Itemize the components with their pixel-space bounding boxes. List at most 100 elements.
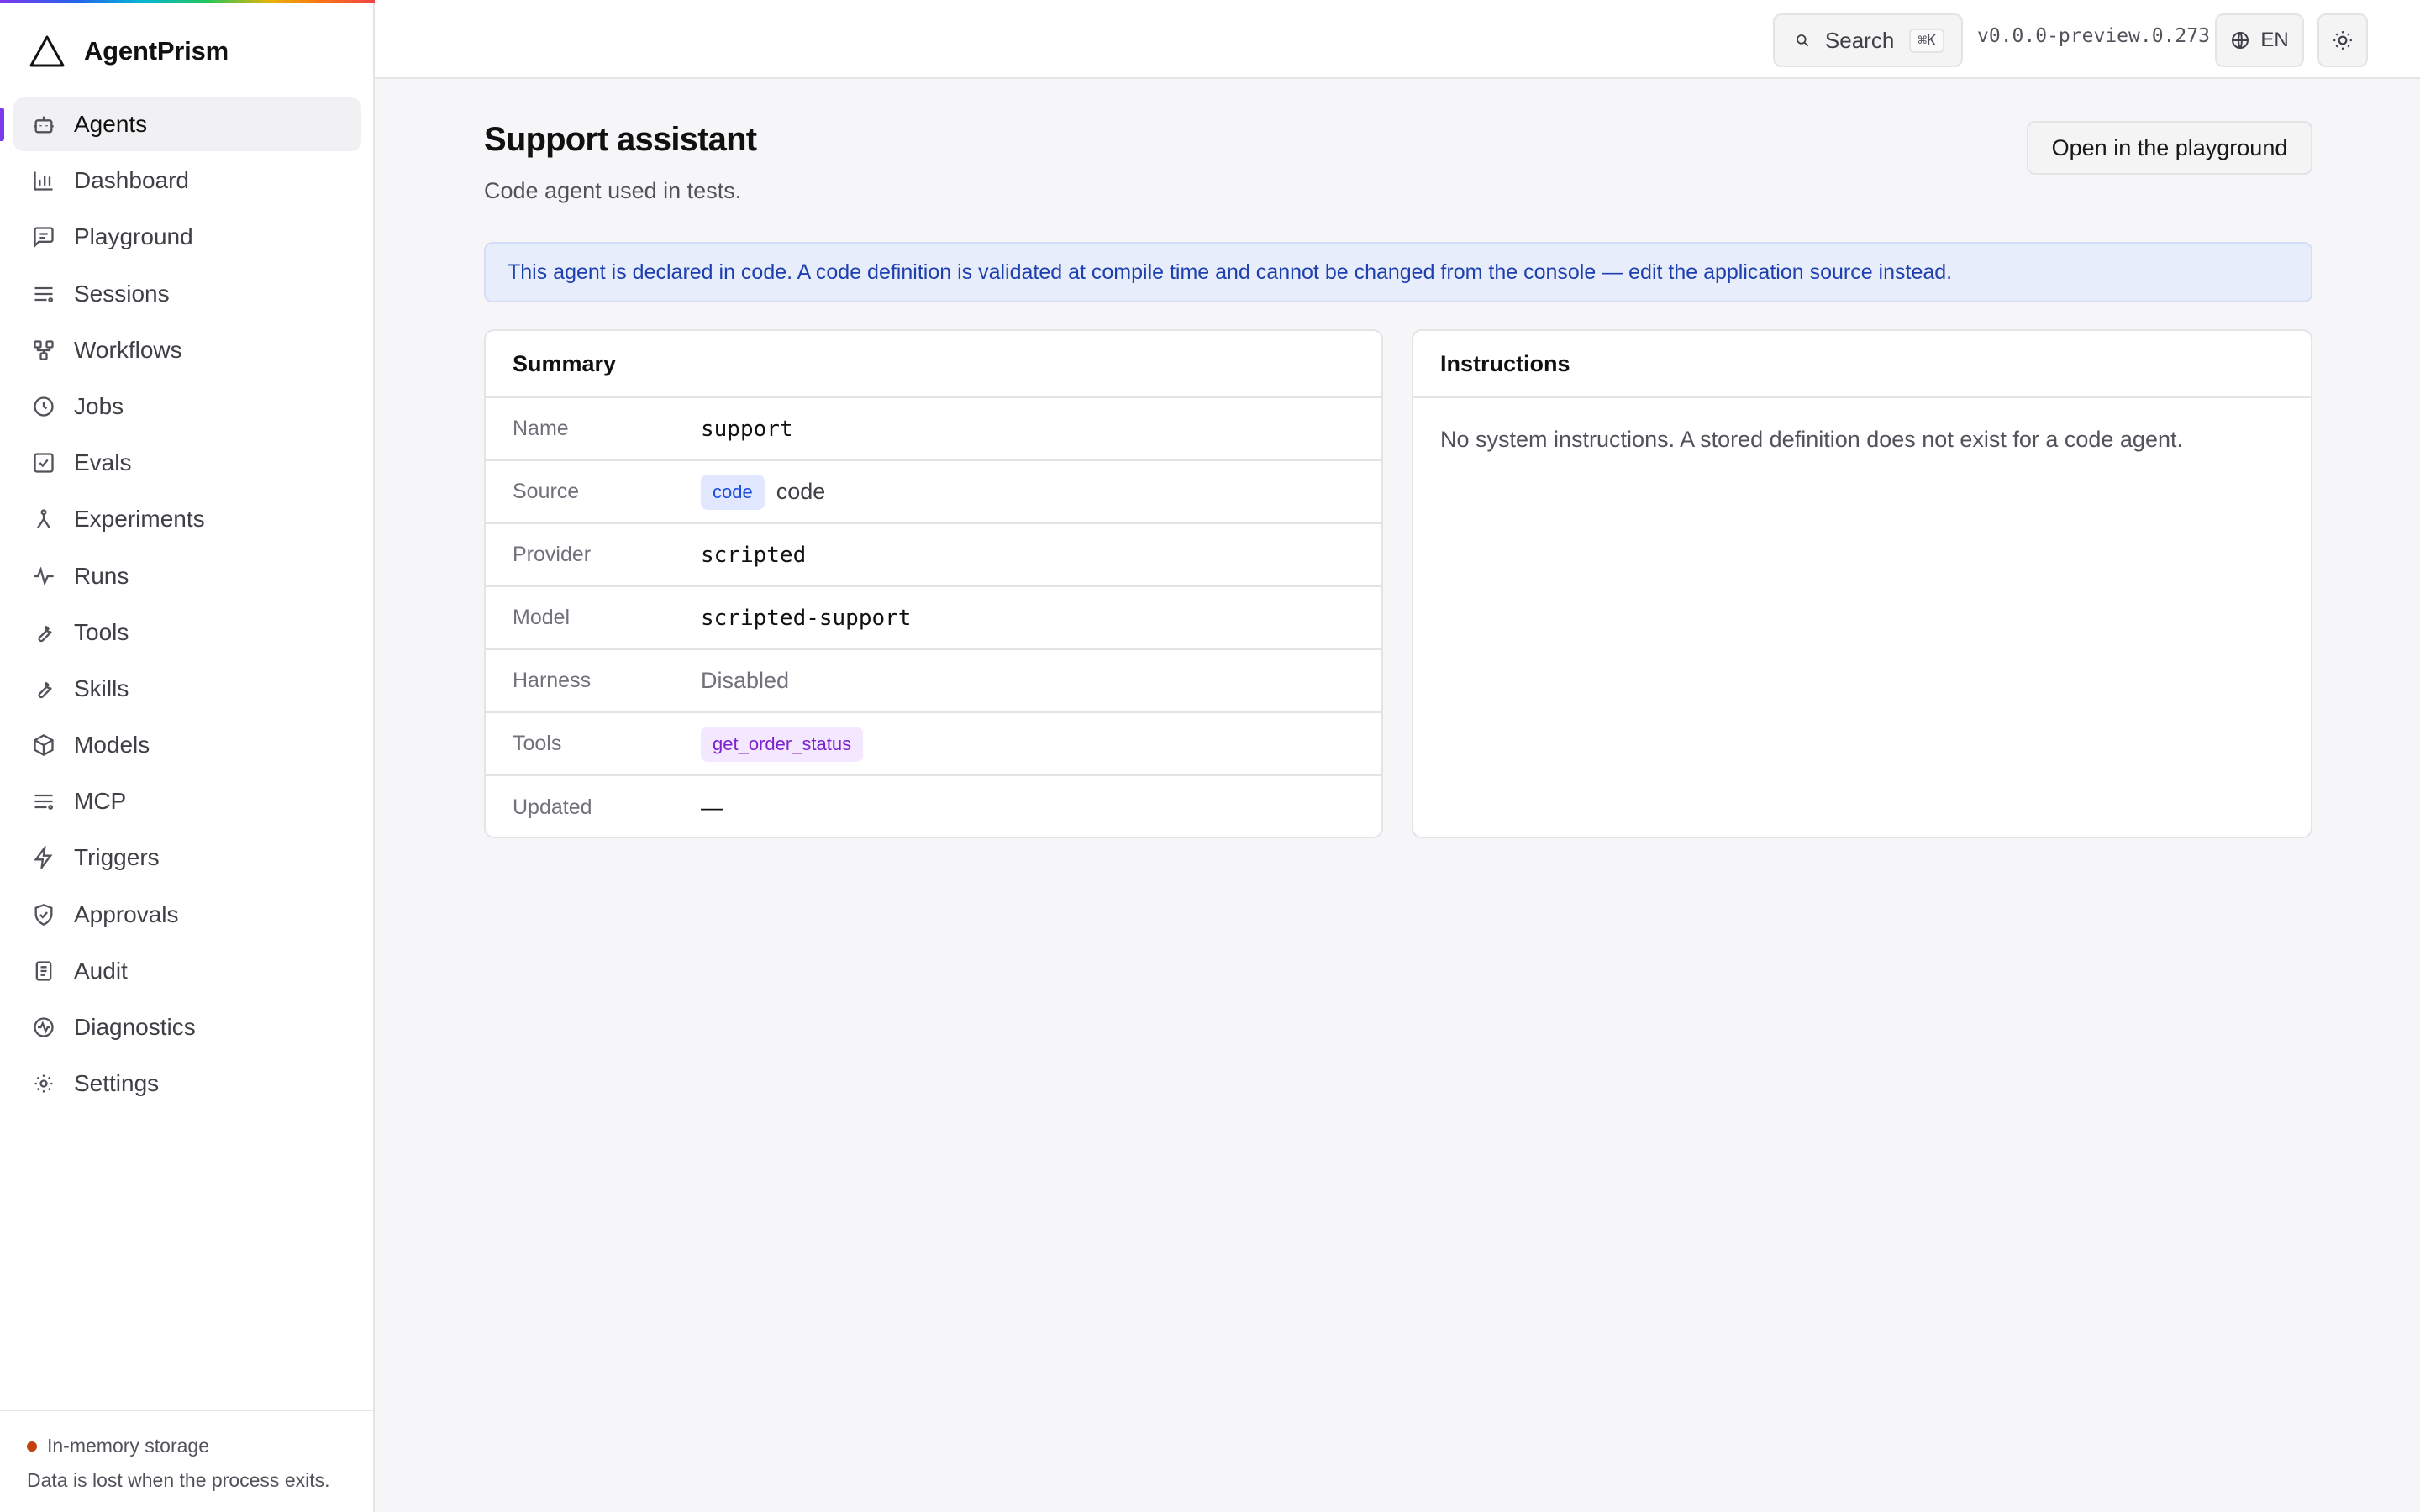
sidebar-item-label: Agents <box>74 111 148 137</box>
harness-value: Disabled <box>701 668 790 693</box>
lightning-icon <box>34 846 53 870</box>
message-icon <box>34 227 54 249</box>
summary-row-updated: Updated — <box>486 776 1381 837</box>
sidebar-item-label: Dashboard <box>74 167 189 194</box>
provider-value: scripted <box>701 542 807 568</box>
sidebar-item-triggers[interactable]: Triggers <box>13 831 361 885</box>
tools-value-group: get_order_status <box>701 726 864 762</box>
workflow-icon <box>34 340 54 360</box>
open-playground-button[interactable]: Open in the playground <box>2027 121 2312 175</box>
sidebar-item-label: Sessions <box>74 280 170 307</box>
sidebar-item-playground[interactable]: Playground <box>13 210 361 264</box>
summary-title: Summary <box>486 331 1381 398</box>
theme-toggle-button[interactable] <box>2317 13 2368 67</box>
sidebar-item-label: Settings <box>74 1070 160 1097</box>
source-value: code <box>776 479 826 504</box>
gear-icon <box>34 1074 53 1093</box>
sidebar-item-dashboard[interactable]: Dashboard <box>13 154 361 207</box>
brand[interactable]: AgentPrism <box>29 32 229 71</box>
sidebar-item-label: Skills <box>74 675 129 701</box>
language-button[interactable]: EN <box>2215 13 2304 67</box>
sidebar-item-label: Playground <box>74 223 193 250</box>
row-label: Harness <box>513 669 592 692</box>
wrench-icon <box>38 625 52 642</box>
version-label: v0.0.0-preview.0.273 <box>1977 25 2210 47</box>
robot-icon <box>34 116 54 134</box>
brand-gradient-bar <box>0 0 375 3</box>
row-label: Model <box>513 606 571 629</box>
instructions-body: No system instructions. A stored definit… <box>1440 427 2183 452</box>
bar-chart-icon <box>34 171 53 191</box>
sidebar-item-runs[interactable]: Runs <box>13 549 361 603</box>
sidebar-item-label: Evals <box>74 449 132 476</box>
page-subtitle: Code agent used in tests. <box>484 178 742 203</box>
sidebar-item-label: Models <box>74 732 150 759</box>
sidebar-item-audit[interactable]: Audit <box>13 944 361 998</box>
language-label: EN <box>2260 29 2289 51</box>
storage-note: Data is lost when the process exits. <box>27 1469 330 1491</box>
storage-line: In-memory storage <box>27 1435 373 1457</box>
model-value: scripted-support <box>701 605 912 631</box>
sidebar-item-label: Experiments <box>74 506 205 533</box>
sidebar-item-label: Triggers <box>74 844 160 871</box>
check-square-icon <box>34 453 54 473</box>
code-agent-alert: This agent is declared in code. A code d… <box>484 242 2312 302</box>
sidebar-item-tools[interactable]: Tools <box>13 606 361 659</box>
sidebar-item-label: Tools <box>74 618 129 645</box>
pulse-icon <box>34 1017 54 1037</box>
summary-row-model: Model scripted-support <box>486 587 1381 650</box>
sidebar-item-mcp[interactable]: MCP <box>13 774 361 828</box>
row-label: Tools <box>513 732 562 755</box>
sidebar-item-label: Diagnostics <box>74 1014 196 1040</box>
sidebar-item-label: Approvals <box>74 900 179 927</box>
sidebar-item-evals[interactable]: Evals <box>13 436 361 490</box>
sidebar-item-jobs[interactable]: Jobs <box>13 380 361 433</box>
shield-check-icon <box>34 903 53 926</box>
storage-label: In-memory storage <box>47 1435 210 1457</box>
search-shortcut: ⌘K <box>1909 28 1944 53</box>
page-title: Support assistant <box>484 121 757 158</box>
sidebar-item-experiments[interactable]: Experiments <box>13 492 361 546</box>
sidebar-item-sessions[interactable]: Sessions <box>13 267 361 321</box>
sidebar-item-settings[interactable]: Settings <box>13 1057 361 1110</box>
sidebar-item-diagnostics[interactable]: Diagnostics <box>13 1000 361 1054</box>
summary-row-tools: Tools get_order_status <box>486 713 1381 776</box>
wrench-icon <box>38 681 52 699</box>
search-icon <box>1797 34 1809 47</box>
agent-name-value: support <box>701 416 793 442</box>
list-icon <box>34 795 54 811</box>
sidebar-item-label: Runs <box>74 562 129 589</box>
summary-card: Summary Name support Source code code Pr… <box>484 329 1383 838</box>
list-icon <box>34 286 54 302</box>
sidebar-item-label: MCP <box>74 788 127 815</box>
sidebar-item-skills[interactable]: Skills <box>13 662 361 716</box>
activity-icon <box>34 565 54 586</box>
globe-icon <box>2232 32 2249 49</box>
sidebar-item-models[interactable]: Models <box>13 718 361 772</box>
sidebar-item-workflows[interactable]: Workflows <box>13 323 361 377</box>
row-label: Updated <box>513 795 592 819</box>
cube-icon <box>34 734 54 757</box>
source-badge: code <box>701 474 765 510</box>
instructions-card: Instructions No system instructions. A s… <box>1412 329 2312 838</box>
sun-icon <box>2333 31 2352 50</box>
sidebar-item-label: Workflows <box>74 336 182 363</box>
row-label: Provider <box>513 543 592 566</box>
tool-badge[interactable]: get_order_status <box>701 726 864 762</box>
sidebar: AgentPrism Agents Dashboard Playground S… <box>0 0 375 1512</box>
summary-row-source: Source code code <box>486 461 1381 524</box>
branch-icon <box>37 509 50 529</box>
triangle-logo-icon <box>29 35 65 67</box>
sidebar-item-approvals[interactable]: Approvals <box>13 888 361 942</box>
sidebar-nav: Agents Dashboard Playground Sessions Wor… <box>0 97 361 1113</box>
instructions-title: Instructions <box>1413 331 2311 398</box>
summary-row-provider: Provider scripted <box>486 524 1381 587</box>
summary-row-harness: Harness Disabled <box>486 650 1381 713</box>
row-label: Source <box>513 480 580 503</box>
search-button[interactable]: Search ⌘K <box>1773 13 1963 67</box>
topbar: Search ⌘K v0.0.0-preview.0.273 EN <box>375 0 2420 79</box>
sidebar-item-label: Jobs <box>74 392 124 419</box>
updated-value: — <box>701 795 723 820</box>
sidebar-item-agents[interactable]: Agents <box>0 97 361 151</box>
summary-row-name: Name support <box>486 398 1381 461</box>
